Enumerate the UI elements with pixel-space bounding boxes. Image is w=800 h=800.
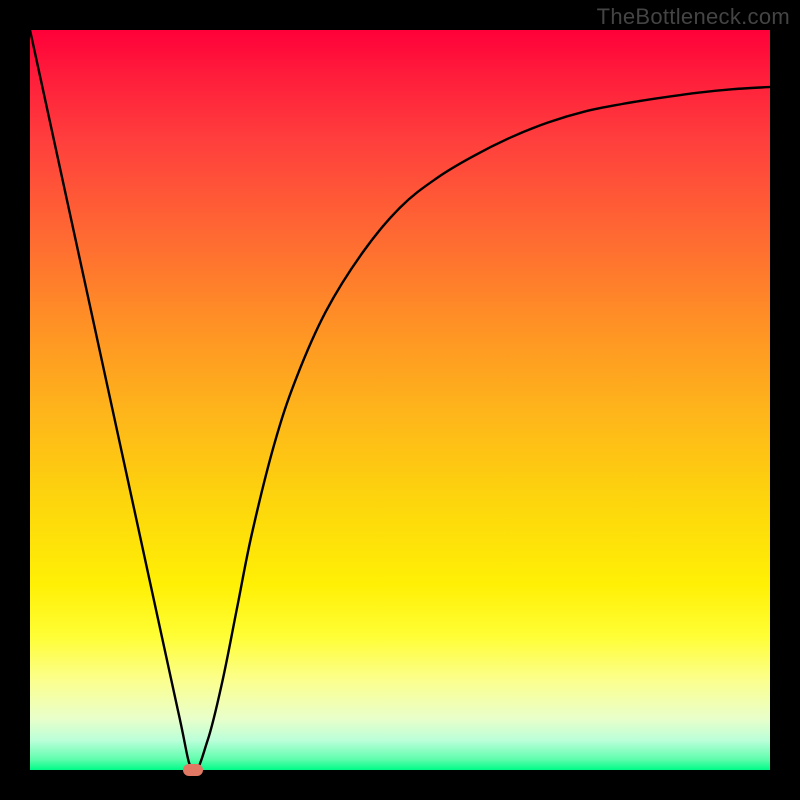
bottleneck-curve-line bbox=[30, 30, 770, 770]
min-point-marker bbox=[183, 764, 203, 776]
curve-path bbox=[30, 30, 770, 770]
watermark-text: TheBottleneck.com bbox=[597, 4, 790, 30]
chart-plot-area bbox=[30, 30, 770, 770]
